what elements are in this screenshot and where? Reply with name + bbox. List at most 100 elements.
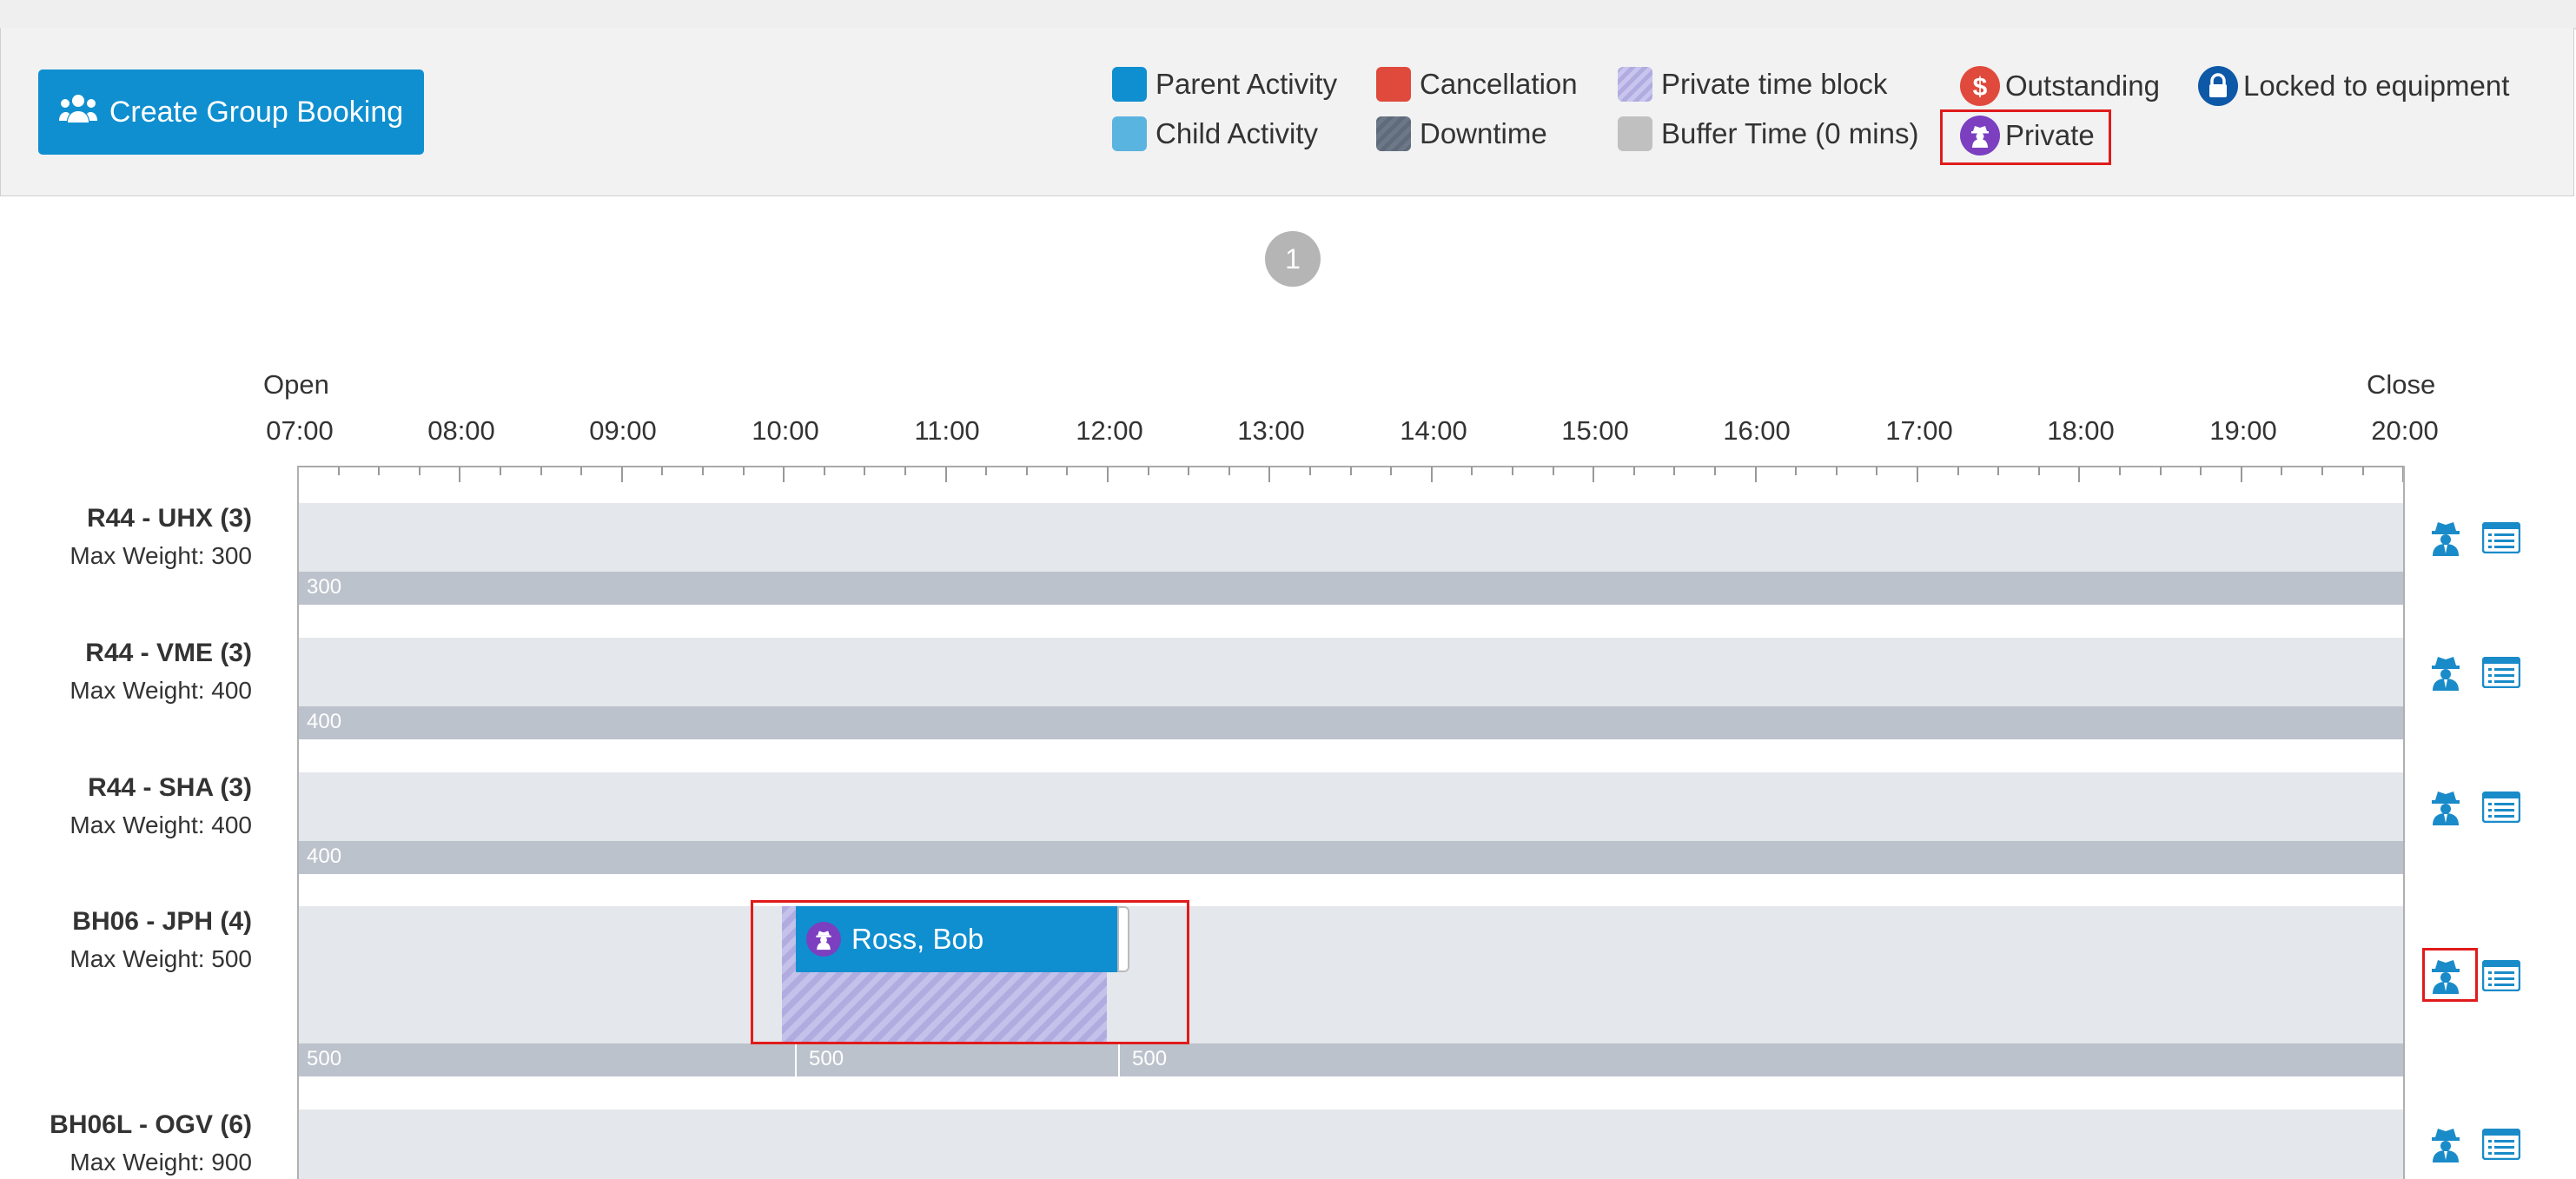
toolbar: Create Group Booking Parent Activity Can… bbox=[0, 28, 2574, 196]
list-icon[interactable] bbox=[2481, 521, 2521, 558]
legend-label: Child Activity bbox=[1156, 117, 1319, 149]
resource-name: R44 - UHX (3) bbox=[86, 504, 252, 533]
hour-tick bbox=[620, 467, 623, 482]
legend-parent-activity: Parent Activity bbox=[1112, 67, 1337, 102]
hour-tick bbox=[2240, 467, 2242, 482]
hour-label: 15:00 bbox=[1561, 415, 1629, 446]
booking-customer-name: Ross, Bob bbox=[851, 923, 984, 955]
hour-tick bbox=[1593, 467, 1595, 482]
resource-name: BH06L - OGV (6) bbox=[50, 1110, 252, 1139]
quarter-tick bbox=[702, 467, 704, 475]
list-icon[interactable] bbox=[2481, 791, 2521, 827]
resource-row[interactable] bbox=[298, 1109, 2404, 1179]
list-icon[interactable] bbox=[2481, 656, 2521, 692]
quarter-tick bbox=[378, 467, 381, 475]
quarter-tick bbox=[1835, 467, 1838, 475]
child-activity-swatch bbox=[1112, 116, 1147, 151]
quarter-tick bbox=[1147, 467, 1149, 475]
weight-label: 400 bbox=[307, 710, 342, 733]
legend-child-activity: Child Activity bbox=[1112, 116, 1318, 151]
hour-tick bbox=[944, 467, 947, 482]
quarter-tick bbox=[1632, 467, 1635, 475]
timeline-left-border bbox=[297, 466, 299, 1179]
booking-resize-handle[interactable] bbox=[1117, 906, 1129, 972]
legend-label: Locked to equipment bbox=[2243, 70, 2510, 102]
list-icon[interactable] bbox=[2481, 1128, 2521, 1164]
quarter-tick bbox=[1025, 467, 1028, 475]
spy-icon[interactable] bbox=[2428, 957, 2463, 999]
quarter-tick bbox=[1714, 467, 1716, 475]
resource-name: R44 - SHA (3) bbox=[88, 773, 252, 802]
hour-label: 11:00 bbox=[914, 415, 980, 446]
legend-outstanding: $ Outstanding bbox=[1960, 66, 2160, 106]
weight-divider bbox=[1118, 1043, 1120, 1076]
spy-icon bbox=[1960, 116, 2000, 156]
quarter-tick bbox=[661, 467, 664, 475]
hour-label: 18:00 bbox=[2047, 415, 2115, 446]
resource-row[interactable] bbox=[298, 638, 2404, 706]
legend-locked-to-equipment: Locked to equipment bbox=[2198, 66, 2509, 106]
hour-tick bbox=[1430, 467, 1433, 482]
quarter-tick bbox=[742, 467, 745, 475]
quarter-tick bbox=[337, 467, 340, 475]
hour-label: 10:00 bbox=[752, 415, 819, 446]
resource-max-weight: Max Weight: 300 bbox=[70, 542, 252, 569]
spy-icon[interactable] bbox=[2428, 1125, 2463, 1168]
quarter-tick bbox=[2037, 467, 2040, 475]
weight-divider bbox=[795, 1043, 797, 1076]
resource-name: BH06 - JPH (4) bbox=[72, 907, 252, 936]
legend-cancellation: Cancellation bbox=[1376, 67, 1578, 102]
quarter-tick bbox=[418, 467, 421, 475]
quarter-tick bbox=[904, 467, 906, 475]
quarter-tick bbox=[1795, 467, 1798, 475]
spy-icon[interactable] bbox=[2428, 653, 2463, 696]
list-icon[interactable] bbox=[2481, 959, 2521, 996]
hour-label: 07:00 bbox=[266, 415, 334, 446]
legend-buffer-time: Buffer Time (0 mins) bbox=[1618, 116, 1918, 151]
downtime-swatch bbox=[1376, 116, 1411, 151]
quarter-tick bbox=[2321, 467, 2323, 475]
resource-max-weight: Max Weight: 500 bbox=[70, 945, 252, 972]
legend-label: Buffer Time (0 mins) bbox=[1661, 117, 1919, 149]
weight-bar: 300 bbox=[298, 572, 2404, 605]
quarter-tick bbox=[1552, 467, 1554, 475]
quarter-tick bbox=[1188, 467, 1190, 475]
lock-icon bbox=[2198, 66, 2238, 106]
weight-label: 400 bbox=[307, 845, 342, 868]
hour-tick bbox=[783, 467, 785, 482]
create-group-booking-button[interactable]: Create Group Booking bbox=[38, 70, 424, 155]
quarter-tick bbox=[1390, 467, 1393, 475]
legend-label: Cancellation bbox=[1420, 68, 1578, 100]
buffer-time-swatch bbox=[1618, 116, 1652, 151]
resource-row[interactable] bbox=[298, 503, 2404, 572]
row-actions bbox=[2428, 788, 2521, 831]
hour-tick bbox=[1754, 467, 1757, 482]
legend-downtime: Downtime bbox=[1376, 116, 1547, 151]
resource-max-weight: Max Weight: 400 bbox=[70, 811, 252, 838]
hour-label: 08:00 bbox=[427, 415, 495, 446]
weight-bar: 500 500 500 bbox=[298, 1043, 2404, 1076]
spy-icon[interactable] bbox=[2428, 519, 2463, 561]
quarter-tick bbox=[1957, 467, 1959, 475]
resource-row[interactable] bbox=[298, 906, 2404, 1043]
quarter-tick bbox=[1228, 467, 1230, 475]
quarter-tick bbox=[823, 467, 825, 475]
weight-label: 300 bbox=[307, 575, 342, 599]
close-label: Close bbox=[2367, 369, 2436, 400]
quarter-tick bbox=[500, 467, 501, 475]
quarter-tick bbox=[580, 467, 583, 475]
dollar-icon: $ bbox=[1960, 66, 2000, 106]
users-icon bbox=[58, 93, 97, 132]
quarter-tick bbox=[2200, 467, 2202, 475]
booking-ross-bob[interactable]: Ross, Bob bbox=[796, 906, 1117, 972]
quarter-tick bbox=[1997, 467, 2000, 475]
hour-tick bbox=[1268, 467, 1271, 482]
legend-private-time-block: Private time block bbox=[1618, 67, 1887, 102]
page-1-button[interactable]: 1 bbox=[1265, 231, 1321, 287]
spy-icon bbox=[806, 922, 841, 957]
resource-row[interactable] bbox=[298, 772, 2404, 841]
quarter-tick bbox=[1471, 467, 1473, 475]
weight-bar: 400 bbox=[298, 706, 2404, 739]
create-group-booking-label: Create Group Booking bbox=[109, 95, 404, 129]
spy-icon[interactable] bbox=[2428, 788, 2463, 831]
